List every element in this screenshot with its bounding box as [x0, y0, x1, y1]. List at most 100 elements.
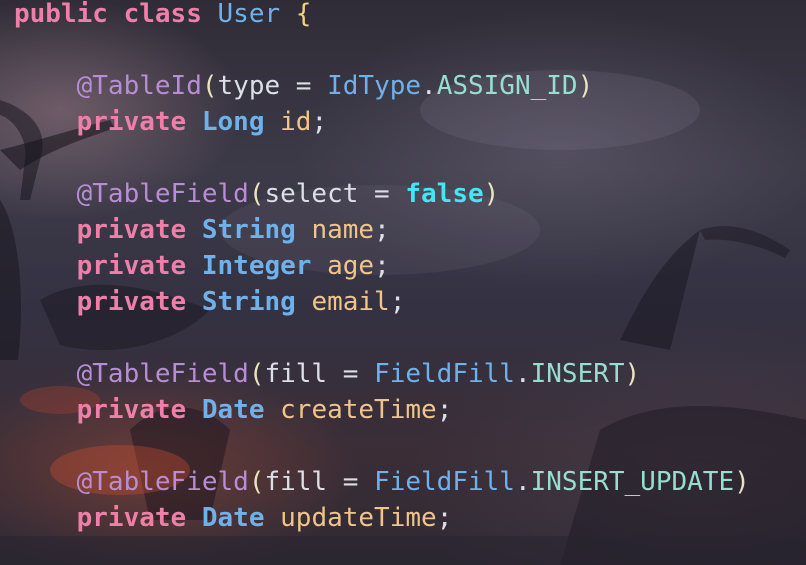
keyword-token: private	[76, 503, 187, 533]
text-token: =	[358, 179, 406, 209]
text-token: ;	[374, 251, 390, 281]
text-token: .	[421, 71, 437, 101]
field-name-token: id	[280, 107, 312, 137]
code-line[interactable]: @TableField(select = false)	[14, 176, 750, 212]
type-token: Integer	[201, 251, 312, 281]
type-token: Date	[201, 503, 265, 533]
paren-token: )	[734, 467, 750, 497]
code-line[interactable]: private String email;	[14, 284, 750, 320]
code-line[interactable]	[14, 32, 750, 68]
code-line[interactable]: private Long id;	[14, 104, 750, 140]
keyword-token: private	[76, 215, 187, 245]
keyword-token: private	[76, 251, 187, 281]
paren-token: (	[248, 467, 265, 497]
keyword-token: private	[76, 107, 187, 137]
text-token: ;	[436, 395, 453, 425]
paren-token: (	[201, 71, 218, 101]
code-line[interactable]: public class User {	[14, 0, 750, 32]
paren-token: )	[483, 179, 500, 209]
code-line[interactable]: @TableField(fill = FieldFill.INSERT_UPDA…	[14, 464, 750, 500]
text-token: ;	[389, 287, 406, 317]
text-token: .	[514, 467, 531, 497]
text-token: =	[327, 359, 375, 389]
code-line[interactable]: @TableId(type = IdType.ASSIGN_ID)	[14, 68, 750, 104]
reference-token: FieldFill	[374, 359, 515, 389]
code-line[interactable]: private Date updateTime;	[14, 500, 750, 536]
code-line[interactable]: @TableField(fill = FieldFill.INSERT)	[14, 356, 750, 392]
paren-token: )	[577, 71, 594, 101]
field-name-token: updateTime	[280, 503, 437, 533]
text-token: type	[217, 71, 281, 101]
reference-token: FieldFill	[374, 467, 515, 497]
brace-token: {	[295, 0, 312, 29]
annotation-token: @TableId	[76, 71, 202, 101]
annotation-token: @TableField	[76, 179, 249, 209]
code-editor[interactable]: public class User { @TableId(type = IdTy…	[0, 0, 806, 565]
boolean-token: false	[405, 179, 484, 209]
text-token: =	[280, 71, 328, 101]
type-token: String	[201, 215, 296, 245]
text-token: .	[514, 359, 531, 389]
text-token: ;	[374, 215, 390, 245]
keyword-token: private	[76, 395, 187, 425]
constant-token: INSERT_UPDATE	[530, 467, 735, 497]
code-line[interactable]: private String name;	[14, 212, 750, 248]
field-name-token: createTime	[280, 395, 437, 425]
text-token: fill	[264, 467, 328, 497]
code-line[interactable]: private Date createTime;	[14, 392, 750, 428]
code-line[interactable]: private Integer age;	[14, 248, 750, 284]
field-name-token: email	[311, 287, 390, 317]
code-line[interactable]	[14, 428, 750, 464]
code-line[interactable]	[14, 140, 750, 176]
paren-token: )	[624, 359, 641, 389]
text-token: ;	[436, 503, 453, 533]
keyword-token: class	[123, 0, 202, 29]
class-name-token: User	[217, 0, 281, 29]
constant-token: ASSIGN_ID	[436, 71, 578, 101]
current-line-highlight	[0, 536, 806, 565]
constant-token: INSERT	[530, 359, 625, 389]
keyword-token: public	[14, 0, 108, 29]
text-token: =	[327, 467, 375, 497]
reference-token: IdType	[327, 71, 422, 101]
paren-token: (	[248, 179, 265, 209]
field-name-token: name	[311, 215, 375, 245]
type-token: Long	[201, 107, 265, 137]
text-token: select	[264, 179, 359, 209]
paren-token: (	[248, 359, 265, 389]
code-text-area[interactable]: public class User { @TableId(type = IdTy…	[14, 0, 750, 536]
text-token: ;	[311, 107, 328, 137]
annotation-token: @TableField	[76, 467, 249, 497]
type-token: String	[201, 287, 296, 317]
field-name-token: age	[327, 251, 375, 281]
code-line[interactable]	[14, 320, 750, 356]
text-token: fill	[264, 359, 328, 389]
annotation-token: @TableField	[76, 359, 249, 389]
keyword-token: private	[76, 287, 187, 317]
